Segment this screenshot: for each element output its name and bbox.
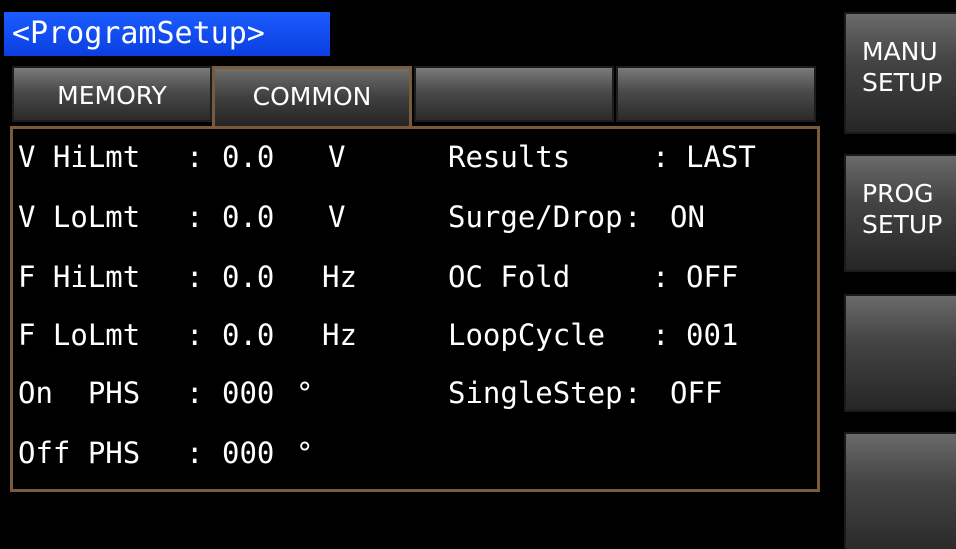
softkey-4-button[interactable] (844, 432, 956, 549)
param-value[interactable]: 000 (222, 376, 274, 410)
param-unit: Hz (322, 260, 357, 294)
softkey-3-button[interactable] (844, 294, 956, 412)
tab-common-label: COMMON (252, 82, 372, 111)
param-name: On PHS (18, 376, 141, 410)
param-name: Results (448, 140, 571, 174)
param-unit: V (328, 200, 346, 234)
param-value[interactable]: 000 (222, 436, 274, 470)
tab-empty-4[interactable] (616, 66, 816, 122)
param-sep: : (186, 318, 204, 352)
param-value[interactable]: 001 (686, 318, 738, 352)
param-name: SingleStep (448, 376, 623, 410)
manu-setup-line1: MANU (862, 37, 938, 66)
param-value[interactable]: 0.0 (222, 140, 274, 174)
param-name: LoopCycle (448, 318, 606, 352)
manu-setup-button[interactable]: MANU SETUP (844, 12, 956, 134)
param-name: V HiLmt (18, 140, 141, 174)
tab-memory-label: MEMORY (57, 81, 167, 110)
param-sep: : (186, 436, 204, 470)
param-sep: : (652, 140, 670, 174)
tab-common[interactable]: COMMON (212, 66, 412, 131)
param-name: Surge/Drop (448, 200, 623, 234)
param-unit: ° (296, 376, 314, 410)
param-value[interactable]: ON (670, 200, 705, 234)
param-sep: : (186, 260, 204, 294)
param-value[interactable]: LAST (686, 140, 756, 174)
param-sep: : (652, 318, 670, 352)
param-sep: : (652, 260, 670, 294)
param-unit: ° (296, 436, 314, 470)
prog-setup-button[interactable]: PROG SETUP (844, 154, 956, 272)
param-value[interactable]: 0.0 (222, 200, 274, 234)
param-name: OC Fold (448, 260, 571, 294)
manu-setup-line2: SETUP (862, 68, 943, 97)
tab-empty-3[interactable] (414, 66, 614, 122)
param-sep: : (624, 200, 642, 234)
param-name: F HiLmt (18, 260, 141, 294)
param-name: Off PHS (18, 436, 141, 470)
param-sep: : (186, 376, 204, 410)
prog-setup-line1: PROG (862, 179, 934, 208)
param-unit: Hz (322, 318, 357, 352)
param-value[interactable]: 0.0 (222, 260, 274, 294)
param-sep: : (186, 140, 204, 174)
param-name: V LoLmt (18, 200, 141, 234)
param-value[interactable]: OFF (670, 376, 722, 410)
param-unit: V (328, 140, 346, 174)
param-name: F LoLmt (18, 318, 141, 352)
instrument-screen: <ProgramSetup> MEMORY COMMON V HiLmt : 0… (0, 0, 956, 549)
tab-memory[interactable]: MEMORY (12, 66, 212, 122)
param-sep: : (186, 200, 204, 234)
prog-setup-line2: SETUP (862, 210, 943, 239)
param-value[interactable]: 0.0 (222, 318, 274, 352)
param-value[interactable]: OFF (686, 260, 738, 294)
param-sep: : (624, 376, 642, 410)
page-title: <ProgramSetup> (4, 12, 330, 56)
